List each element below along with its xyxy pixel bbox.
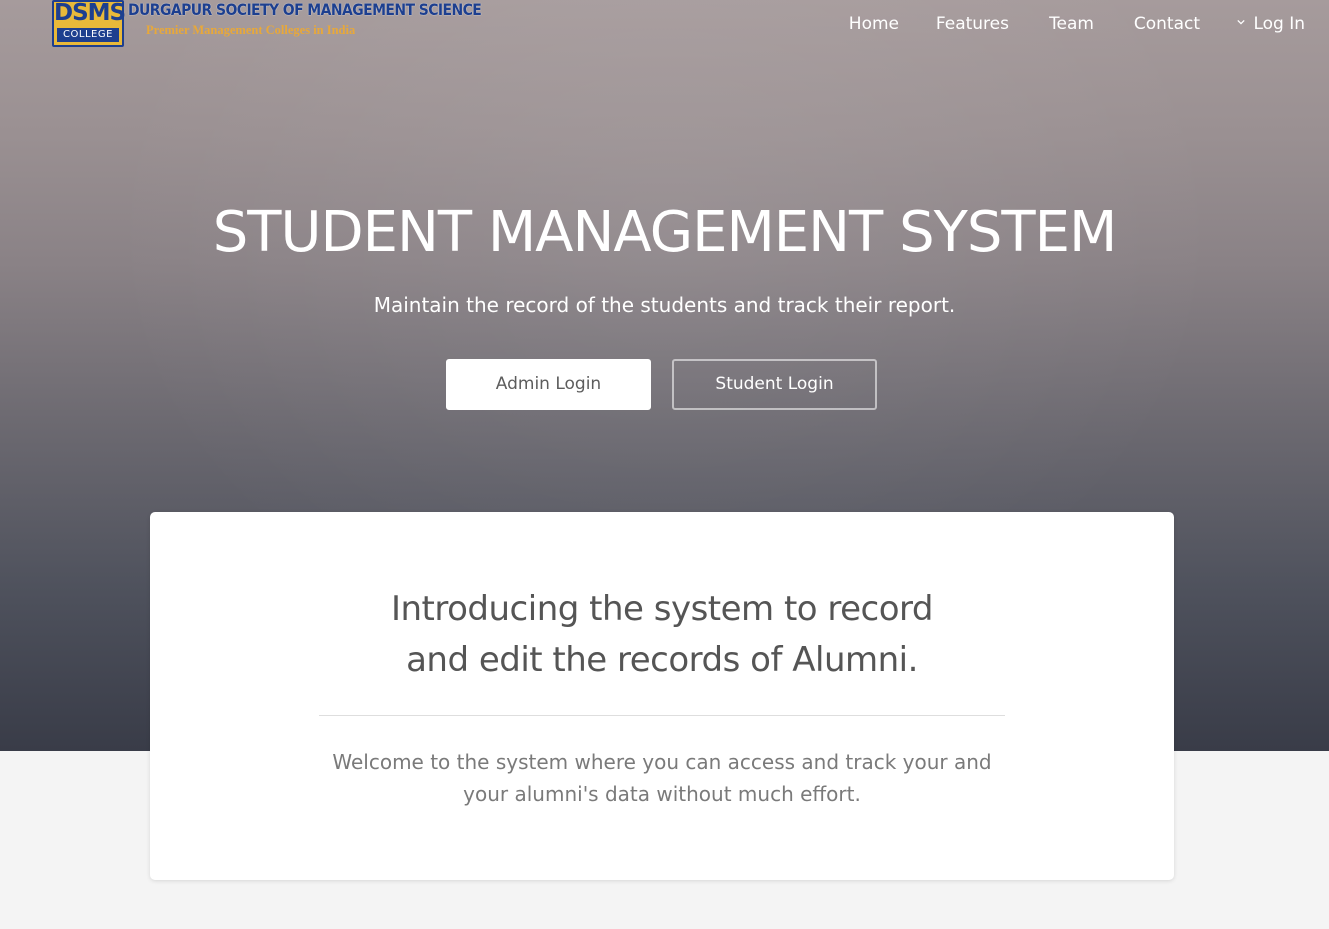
nav-contact[interactable]: Contact (1134, 14, 1200, 34)
chevron-down-icon (1237, 19, 1246, 25)
intro-heading-line-1: Introducing the system to record (390, 589, 934, 629)
nav-home[interactable]: Home (849, 14, 899, 34)
intro-card: Introducing the system to record and edi… (150, 512, 1174, 880)
nav-login[interactable]: Log In (1237, 14, 1305, 34)
intro-text-line-1: Welcome to the system where you can acce… (332, 750, 992, 774)
student-login-button[interactable]: Student Login (672, 359, 877, 410)
logo-tagline: Premier Management Colleges in India (146, 23, 356, 37)
intro-heading-line-2: and edit the records of Alumni. (406, 640, 918, 680)
admin-login-button[interactable]: Admin Login (446, 359, 651, 410)
logo-badge: DSMS COLLEGE (52, 0, 126, 47)
nav-features[interactable]: Features (936, 14, 1009, 34)
hero-title: STUDENT MANAGEMENT SYSTEM (212, 200, 1118, 265)
intro-text-line-2: your alumni's data without much effort. (463, 782, 861, 806)
card-divider (319, 715, 1005, 716)
intro-heading: Introducing the system to record and edi… (150, 584, 1174, 686)
logo-abbr: DSMS (54, 0, 126, 26)
nav-team[interactable]: Team (1049, 14, 1094, 34)
nav-login-label: Log In (1253, 14, 1305, 34)
logo-badge-label: COLLEGE (57, 28, 119, 42)
logo-name: DURGAPUR SOCIETY OF MANAGEMENT SCIENCE (128, 1, 482, 20)
hero-subtitle: Maintain the record of the students and … (373, 293, 956, 317)
site-logo[interactable]: DSMS COLLEGE DURGAPUR SOCIETY OF MANAGEM… (52, 0, 482, 48)
intro-text: Welcome to the system where you can acce… (150, 746, 1174, 810)
